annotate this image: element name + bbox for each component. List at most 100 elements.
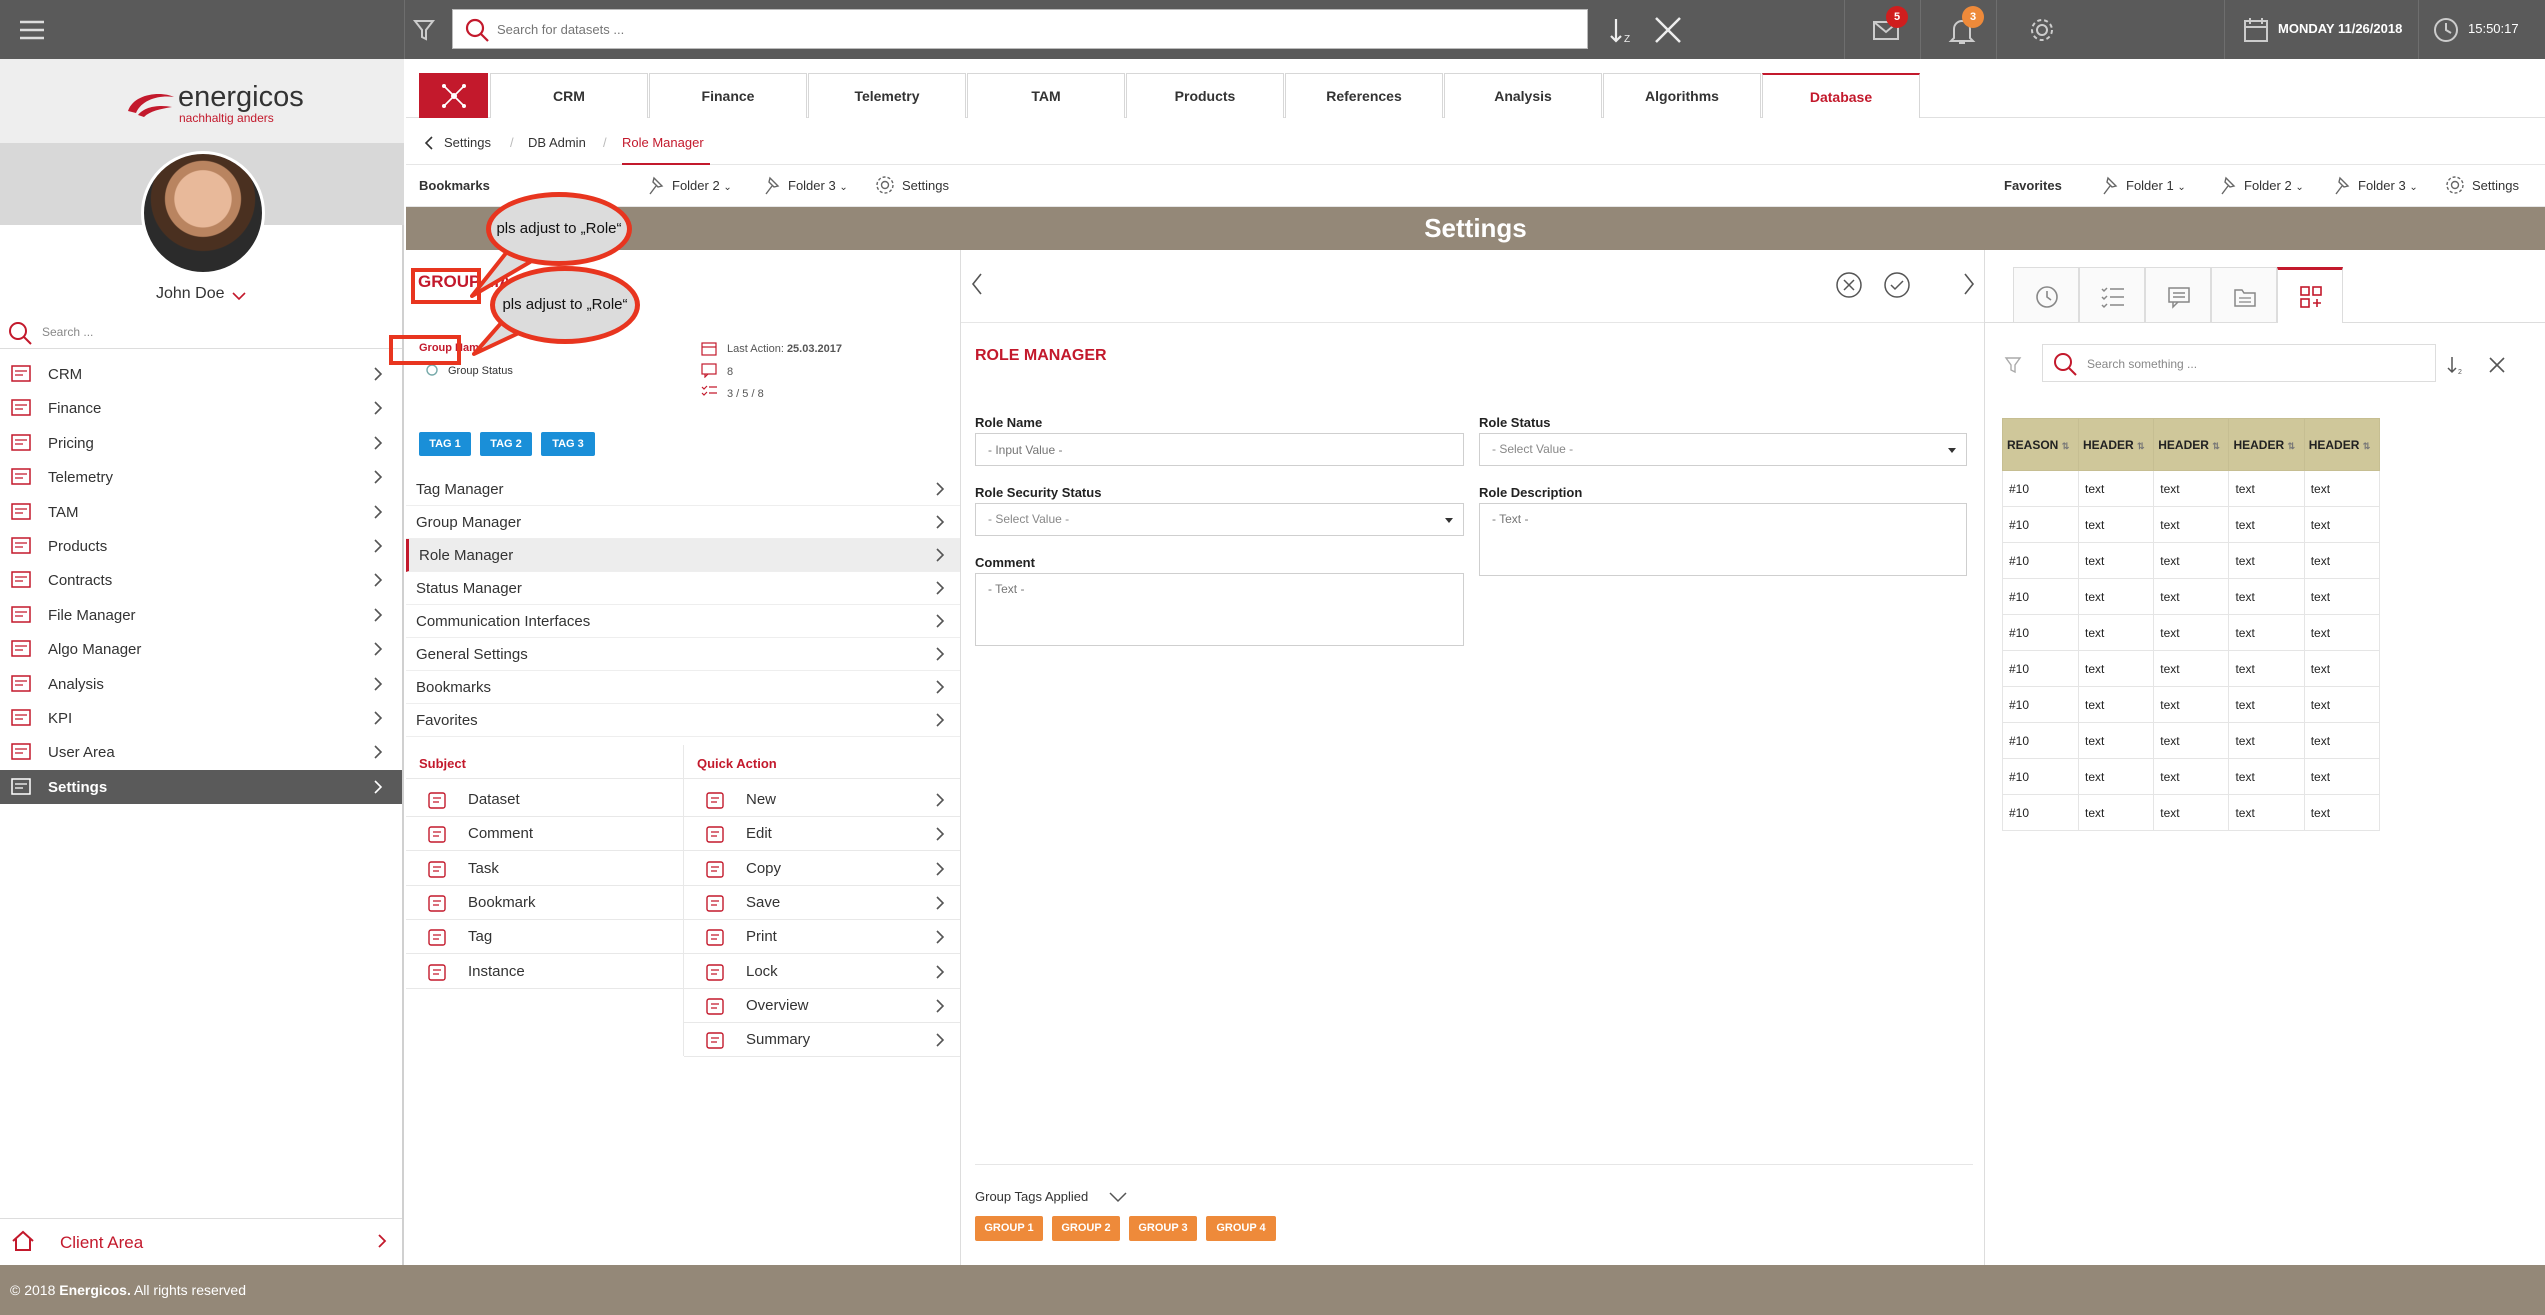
quick-action-new[interactable]: New [684, 783, 960, 817]
subject-bookmark[interactable]: Bookmark [406, 886, 683, 920]
sidebar-item-user-area[interactable]: User Area [0, 735, 402, 769]
menu-item-tag-manager[interactable]: Tag Manager [406, 473, 960, 506]
sidebar-search[interactable]: Search ... [0, 315, 402, 349]
tab-finance[interactable]: Finance [649, 73, 807, 118]
bookmark-folder-3[interactable]: Folder 3 ⌄ [762, 176, 848, 195]
bookmark-settings[interactable]: Settings [874, 176, 949, 194]
tab-database[interactable]: Database [1762, 73, 1920, 118]
dataset-search-box[interactable] [452, 9, 1588, 49]
role-security-select[interactable]: - Select Value - [975, 503, 1464, 536]
sort-icon[interactable]: Z [1604, 12, 1640, 48]
bookmark-folder-2[interactable]: Folder 2 ⌄ [646, 176, 732, 195]
quick-action-summary[interactable]: Summary [684, 1023, 960, 1058]
tag-chip[interactable]: TAG 2 [480, 432, 532, 456]
subject-instance[interactable]: Instance [406, 955, 683, 989]
column-header[interactable]: HEADER ⇅ [2077, 418, 2155, 471]
role-description-textarea[interactable] [1479, 503, 1967, 576]
menu-item-bookmarks[interactable]: Bookmarks [406, 671, 960, 704]
next-chevron-icon[interactable] [1962, 272, 1976, 296]
table-row[interactable]: #10 text text text text [2002, 614, 2381, 651]
tab-comments[interactable] [2145, 267, 2211, 323]
quick-action-edit[interactable]: Edit [684, 817, 960, 852]
sidebar-item-file-manager[interactable]: File Manager [0, 598, 402, 632]
favorite-settings[interactable]: Settings [2444, 176, 2519, 194]
filter-icon[interactable] [406, 12, 442, 48]
menu-item-role-manager[interactable]: Role Manager [406, 539, 960, 572]
table-row[interactable]: #10 text text text text [2002, 542, 2381, 579]
tab-files[interactable] [2211, 267, 2277, 323]
tab-algorithms[interactable]: Algorithms [1603, 73, 1761, 118]
sidebar-item-finance[interactable]: Finance [0, 391, 402, 425]
clear-icon[interactable] [1650, 12, 1686, 48]
confirm-circle-icon[interactable] [1882, 270, 1912, 300]
subject-tag[interactable]: Tag [406, 920, 683, 955]
tab-tasks[interactable] [2079, 267, 2145, 323]
table-row[interactable]: #10 text text text text [2002, 794, 2381, 831]
table-row[interactable]: #10 text text text text [2002, 758, 2381, 795]
menu-item-group-manager[interactable]: Group Manager [406, 506, 960, 539]
favorite-folder-3[interactable]: Folder 3 ⌄ [2332, 176, 2418, 195]
menu-item-general-settings[interactable]: General Settings [406, 638, 960, 671]
sidebar-item-analysis[interactable]: Analysis [0, 667, 402, 701]
sidebar-item-crm[interactable]: CRM [0, 357, 402, 391]
previous-chevron-icon[interactable] [970, 272, 984, 296]
comment-textarea[interactable] [975, 573, 1464, 646]
tab-telemetry[interactable]: Telemetry [808, 73, 966, 118]
chevron-down-icon[interactable] [232, 291, 246, 301]
filter-icon[interactable] [2003, 355, 2023, 375]
quick-action-overview[interactable]: Overview [684, 989, 960, 1023]
chevron-down-icon[interactable] [1108, 1190, 1128, 1204]
sort-icon[interactable]: 2 [2446, 354, 2466, 376]
column-header[interactable]: HEADER ⇅ [2228, 418, 2305, 471]
right-panel-search[interactable]: Search something ... [2042, 344, 2436, 382]
dataset-search-input[interactable] [497, 17, 1567, 41]
column-header[interactable]: HEADER ⇅ [2303, 418, 2381, 471]
group-tags-label[interactable]: Group Tags Applied [975, 1189, 1088, 1204]
quick-action-copy[interactable]: Copy [684, 852, 960, 886]
back-chevron-icon[interactable] [424, 136, 434, 150]
quick-action-lock[interactable]: Lock [684, 955, 960, 989]
cancel-circle-icon[interactable] [1834, 270, 1864, 300]
group-tag-chip[interactable]: GROUP 1 [975, 1216, 1043, 1241]
role-status-select[interactable]: - Select Value - [1479, 433, 1967, 466]
tab-analysis[interactable]: Analysis [1444, 73, 1602, 118]
tab-crm[interactable]: CRM [490, 73, 648, 118]
sidebar-item-telemetry[interactable]: Telemetry [0, 460, 402, 494]
tab-products[interactable]: Products [1126, 73, 1284, 118]
table-row[interactable]: #10 text text text text [2002, 506, 2381, 543]
breadcrumb-settings[interactable]: Settings [444, 135, 491, 150]
table-row[interactable]: #10 text text text text [2002, 650, 2381, 687]
menu-item-status-manager[interactable]: Status Manager [406, 572, 960, 605]
gear-icon[interactable] [2024, 12, 2060, 48]
role-name-input[interactable] [975, 433, 1464, 466]
user-name[interactable]: John Doe [156, 285, 225, 303]
menu-item-communication-interfaces[interactable]: Communication Interfaces [406, 605, 960, 638]
close-icon[interactable] [2486, 354, 2508, 376]
sidebar-item-products[interactable]: Products [0, 529, 402, 563]
favorite-folder-1[interactable]: Folder 1 ⌄ [2100, 176, 2186, 195]
subject-task[interactable]: Task [406, 852, 683, 886]
hamburger-menu-icon[interactable] [14, 12, 50, 48]
sidebar-item-contracts[interactable]: Contracts [0, 563, 402, 597]
group-tag-chip[interactable]: GROUP 3 [1129, 1216, 1197, 1241]
sidebar-item-algo-manager[interactable]: Algo Manager [0, 632, 402, 666]
sidebar-item-kpi[interactable]: KPI [0, 701, 402, 735]
table-row[interactable]: #10 text text text text [2002, 686, 2381, 723]
tab-instances[interactable] [2277, 267, 2343, 323]
column-header[interactable]: HEADER ⇅ [2153, 418, 2230, 471]
subject-dataset[interactable]: Dataset [406, 783, 683, 817]
table-row[interactable]: #10 text text text text [2002, 578, 2381, 615]
module-home-button[interactable] [419, 73, 488, 118]
tab-tam[interactable]: TAM [967, 73, 1125, 118]
column-header[interactable]: REASON ⇅ [2002, 418, 2079, 471]
sidebar-item-tam[interactable]: TAM [0, 495, 402, 529]
sidebar-item-pricing[interactable]: Pricing [0, 426, 402, 460]
favorite-folder-2[interactable]: Folder 2 ⌄ [2218, 176, 2304, 195]
menu-item-favorites[interactable]: Favorites [406, 704, 960, 737]
table-row[interactable]: #10 text text text text [2002, 722, 2381, 759]
tag-chip[interactable]: TAG 1 [419, 432, 471, 456]
quick-action-save[interactable]: Save [684, 886, 960, 920]
tab-references[interactable]: References [1285, 73, 1443, 118]
breadcrumb-db-admin[interactable]: DB Admin [528, 135, 586, 150]
avatar[interactable] [141, 151, 265, 275]
